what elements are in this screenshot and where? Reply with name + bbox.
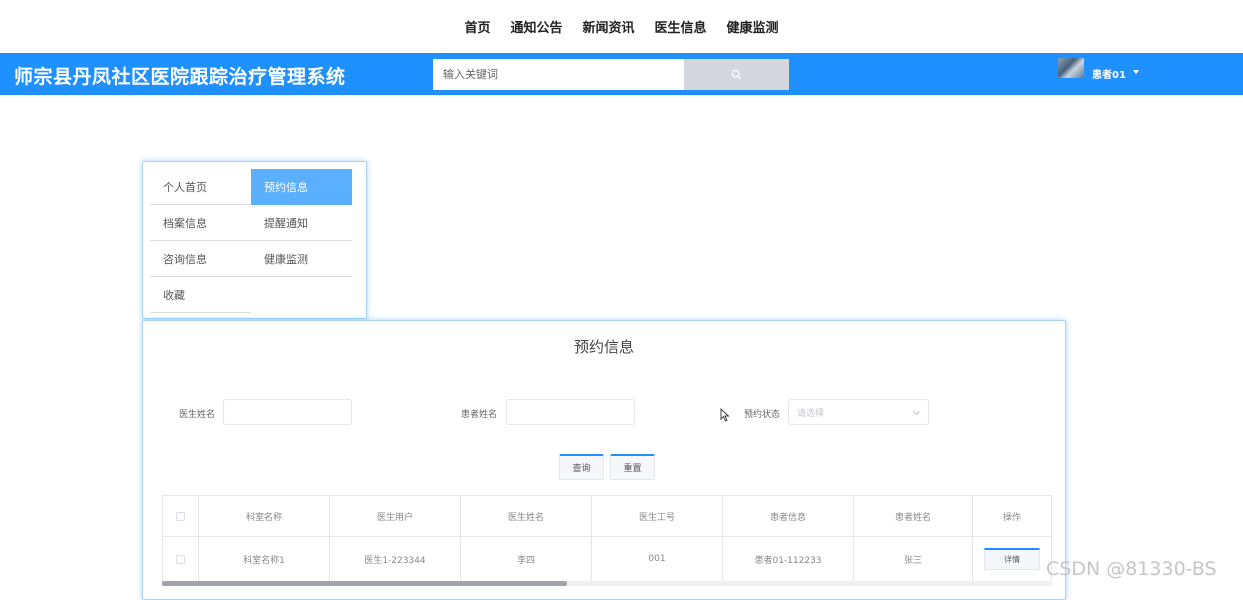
cell-actions: 详情 xyxy=(973,537,1051,581)
detail-button[interactable]: 详情 xyxy=(984,548,1040,570)
menu-item-health-monitor[interactable]: 健康监测 xyxy=(251,241,352,277)
col-actions: 操作 xyxy=(1002,512,1021,523)
col-doctor-user[interactable]: 医生用户 xyxy=(330,496,461,536)
status-select[interactable]: 请选择 xyxy=(788,399,929,425)
cell-patient-name: 张三 xyxy=(854,537,973,581)
table-header-row: 科室名称 医生用户 医生姓名 医生工号 患者信息 患者姓名 操作 xyxy=(163,496,1051,537)
page-title: 预约信息 xyxy=(573,338,634,356)
cell-department: 科室名称1 xyxy=(199,537,330,581)
cell-doctor-name: 李四 xyxy=(461,537,592,581)
patient-name-input[interactable] xyxy=(506,399,635,425)
doctor-name-label: 医生姓名 xyxy=(179,410,216,420)
search-icon xyxy=(731,69,742,80)
status-select-placeholder: 请选择 xyxy=(797,408,825,419)
cell-patient-info: 患者01-112233 xyxy=(723,537,854,581)
reset-button[interactable]: 重置 xyxy=(610,454,655,480)
mouse-cursor-icon xyxy=(720,408,730,422)
col-department[interactable]: 科室名称 xyxy=(199,496,330,536)
cell-doctor-id: 001 xyxy=(592,537,723,581)
nav-news[interactable]: 新闻资讯 xyxy=(582,17,634,36)
watermark: CSDN @81330-BS xyxy=(1046,558,1217,580)
query-button[interactable]: 查询 xyxy=(559,454,604,480)
col-patient-info[interactable]: 患者信息 xyxy=(723,496,854,536)
status-label: 预约状态 xyxy=(744,410,781,420)
menu-item-favorites[interactable]: 收藏 xyxy=(150,277,251,313)
table-row: 科室名称1 医生1-223344 李四 001 患者01-112233 张三 详… xyxy=(163,537,1051,581)
row-select-cell xyxy=(163,537,199,581)
horizontal-scrollbar[interactable] xyxy=(162,581,1052,586)
scrollbar-thumb[interactable] xyxy=(162,581,567,586)
search-input[interactable] xyxy=(433,59,684,90)
menu-item-personal-home[interactable]: 个人首页 xyxy=(150,169,251,205)
select-all-checkbox[interactable] xyxy=(176,511,185,521)
nav-health-monitor[interactable]: 健康监测 xyxy=(727,17,779,36)
nav-doctors[interactable]: 医生信息 xyxy=(655,17,707,36)
user-name[interactable]: 患者01 xyxy=(1092,66,1126,81)
side-menu: 个人首页 预约信息 档案信息 提醒通知 咨询信息 健康监测 收藏 xyxy=(142,161,367,319)
top-nav: 首页 通知公告 新闻资讯 医生信息 健康监测 xyxy=(0,0,1243,53)
site-title: 师宗县丹凤社区医院跟踪治疗管理系统 xyxy=(14,66,346,88)
caret-down-icon[interactable] xyxy=(1133,70,1139,74)
menu-item-consultations[interactable]: 咨询信息 xyxy=(150,241,251,277)
patient-name-label: 患者姓名 xyxy=(461,410,498,420)
col-doctor-id[interactable]: 医生工号 xyxy=(592,496,723,536)
col-doctor-name[interactable]: 医生姓名 xyxy=(461,496,592,536)
cell-doctor-user: 医生1-223344 xyxy=(330,537,461,581)
nav-notices[interactable]: 通知公告 xyxy=(510,17,562,36)
col-patient-name[interactable]: 患者姓名 xyxy=(854,496,973,536)
menu-item-reminders[interactable]: 提醒通知 xyxy=(251,205,352,241)
avatar[interactable] xyxy=(1058,58,1084,78)
appointment-panel: 预约信息 医生姓名 患者姓名 预约状态 请选择 查询 重置 科室名称 医生用户 … xyxy=(142,320,1066,600)
header-bar: 师宗县丹凤社区医院跟踪治疗管理系统 患者01 xyxy=(0,53,1243,95)
menu-item-appointments[interactable]: 预约信息 xyxy=(251,169,352,205)
search-button[interactable] xyxy=(684,59,789,90)
menu-item-records[interactable]: 档案信息 xyxy=(150,205,251,241)
nav-home[interactable]: 首页 xyxy=(464,17,490,36)
select-all-cell xyxy=(163,496,199,536)
doctor-name-input[interactable] xyxy=(223,399,352,425)
appointment-table: 科室名称 医生用户 医生姓名 医生工号 患者信息 患者姓名 操作 科室名称1 医… xyxy=(162,495,1052,582)
chevron-down-icon xyxy=(912,407,921,416)
row-checkbox[interactable] xyxy=(176,554,185,564)
